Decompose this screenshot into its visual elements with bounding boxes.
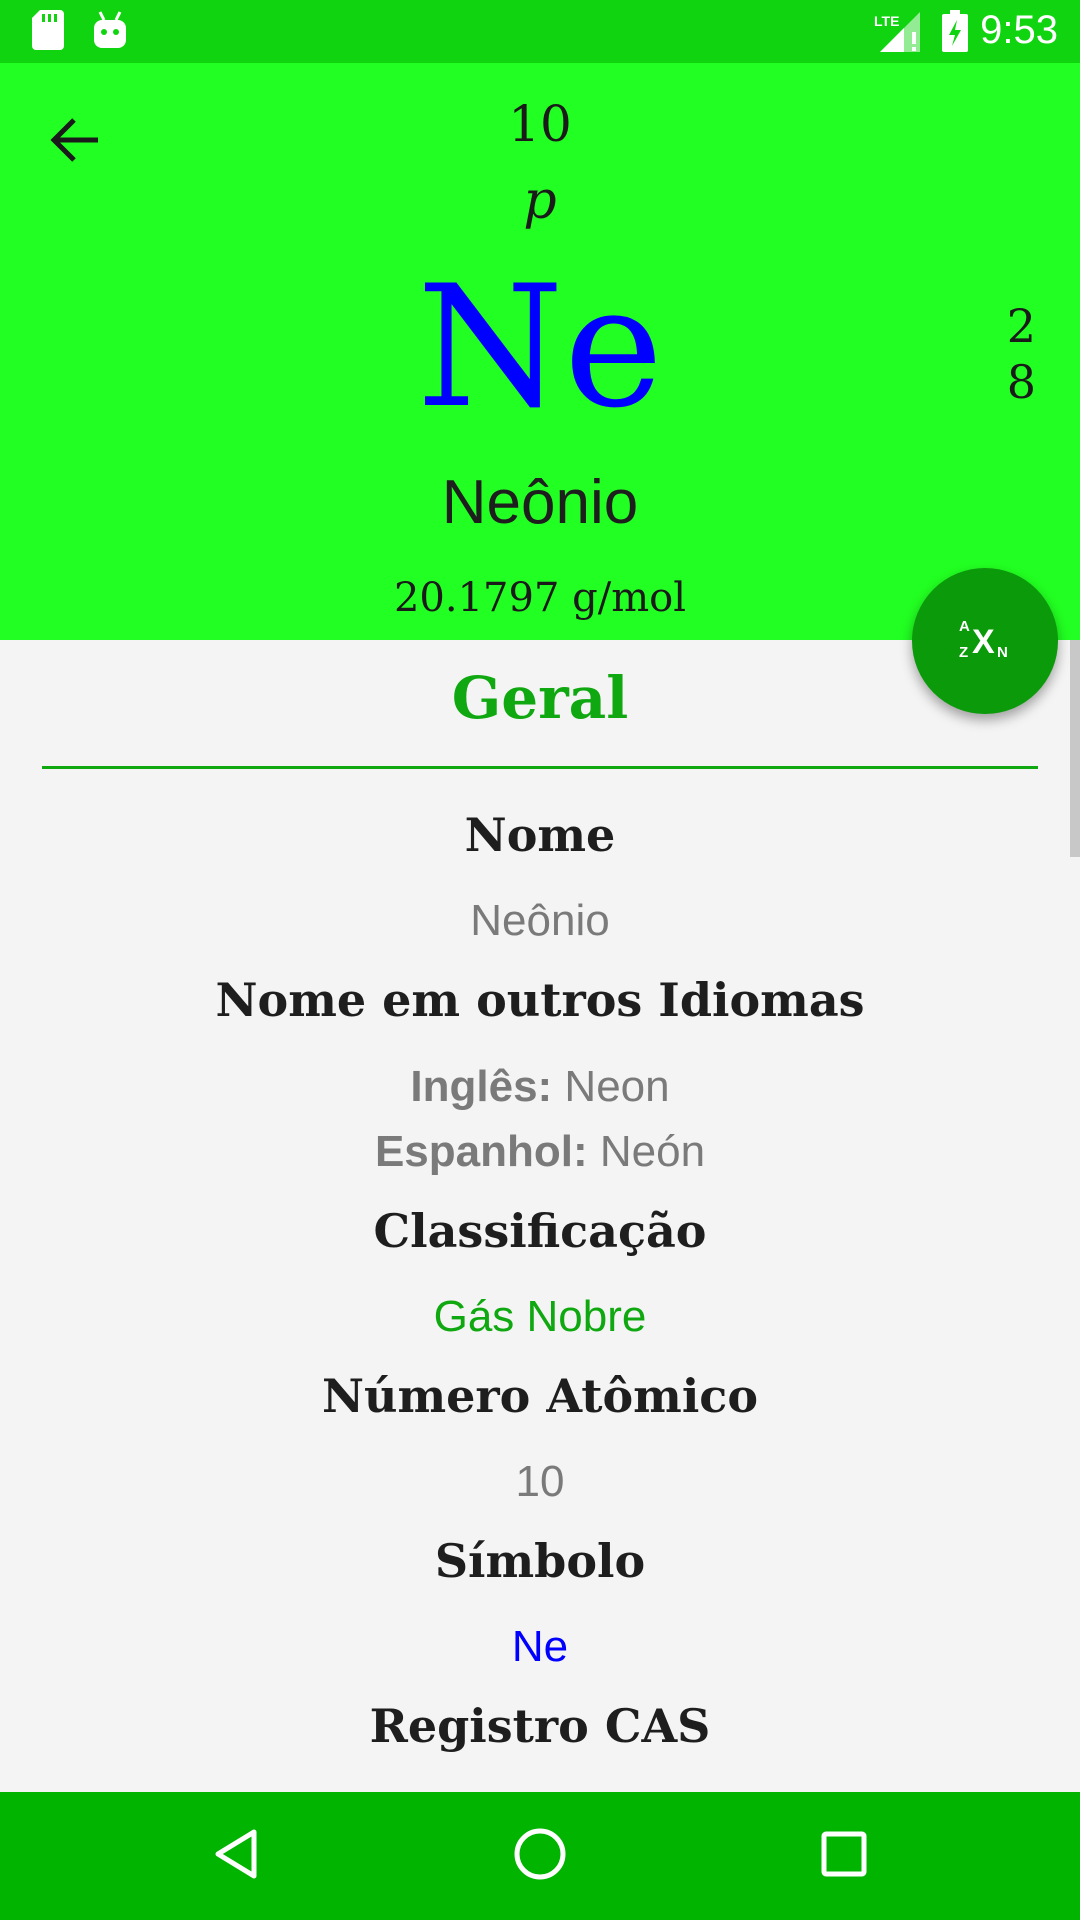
element-block: p [523, 171, 557, 231]
svg-text:Z: Z [959, 644, 968, 661]
shell-count: 8 [1006, 355, 1036, 409]
svg-text:A: A [959, 618, 970, 635]
english-name: Inglês: Neon [0, 1062, 1080, 1112]
isotope-notation-icon: A Z X N [955, 613, 1015, 670]
scrollbar[interactable] [1070, 640, 1080, 857]
nav-recents-button[interactable] [804, 1816, 884, 1896]
status-time: 9:53 [980, 8, 1058, 52]
nav-home-button[interactable] [500, 1816, 580, 1896]
svg-text:LTE: LTE [874, 13, 899, 29]
section-divider [42, 766, 1038, 769]
symbol-value: Ne [511, 1622, 569, 1671]
classification-label: Classificação [373, 1204, 707, 1258]
element-symbol: Ne [416, 249, 664, 445]
home-circle-icon [513, 1827, 567, 1886]
electron-shells: 2 8 [1007, 298, 1036, 410]
svg-text:X: X [972, 623, 995, 661]
symbol-label: Símbolo [434, 1534, 646, 1588]
android-icon [92, 10, 128, 55]
other-languages-label: Nome em outros Idiomas [215, 973, 865, 1027]
nav-back-button[interactable] [196, 1816, 276, 1896]
svg-text:N: N [997, 644, 1008, 661]
name-value: Neônio [470, 896, 610, 945]
english-value: Neon [564, 1062, 670, 1111]
shell-count: 2 [1006, 299, 1036, 353]
classification-value: Gás Nobre [433, 1292, 647, 1341]
element-details[interactable]: Geral Nome Neônio Nome em outros Idiomas… [0, 640, 1080, 1792]
section-title: Geral [451, 664, 629, 732]
element-name: Neônio [441, 468, 639, 537]
spanish-value: Neón [599, 1127, 706, 1176]
element-header: 10 p Ne 2 8 Neônio 20.1797 g/mol [0, 63, 1080, 640]
name-label: Nome [464, 808, 616, 862]
back-triangle-icon [212, 1828, 260, 1885]
cas-label: Registro CAS [369, 1699, 711, 1753]
battery-charging-icon [942, 10, 968, 57]
status-bar: LTE 9:53 [0, 0, 1080, 63]
lte-signal-icon: LTE [874, 12, 922, 57]
english-label: Inglês: [410, 1062, 553, 1111]
atomic-number-label: Número Atômico [321, 1369, 758, 1423]
navigation-bar [0, 1792, 1080, 1920]
spanish-label: Espanhol: [374, 1127, 588, 1176]
isotope-button[interactable]: A Z X N [912, 568, 1058, 714]
atomic-number-value: 10 [515, 1457, 565, 1506]
recents-square-icon [820, 1830, 868, 1883]
sd-card-icon [32, 10, 64, 55]
spanish-name: Espanhol: Neón [0, 1127, 1080, 1177]
atomic-number: 10 [508, 95, 572, 153]
